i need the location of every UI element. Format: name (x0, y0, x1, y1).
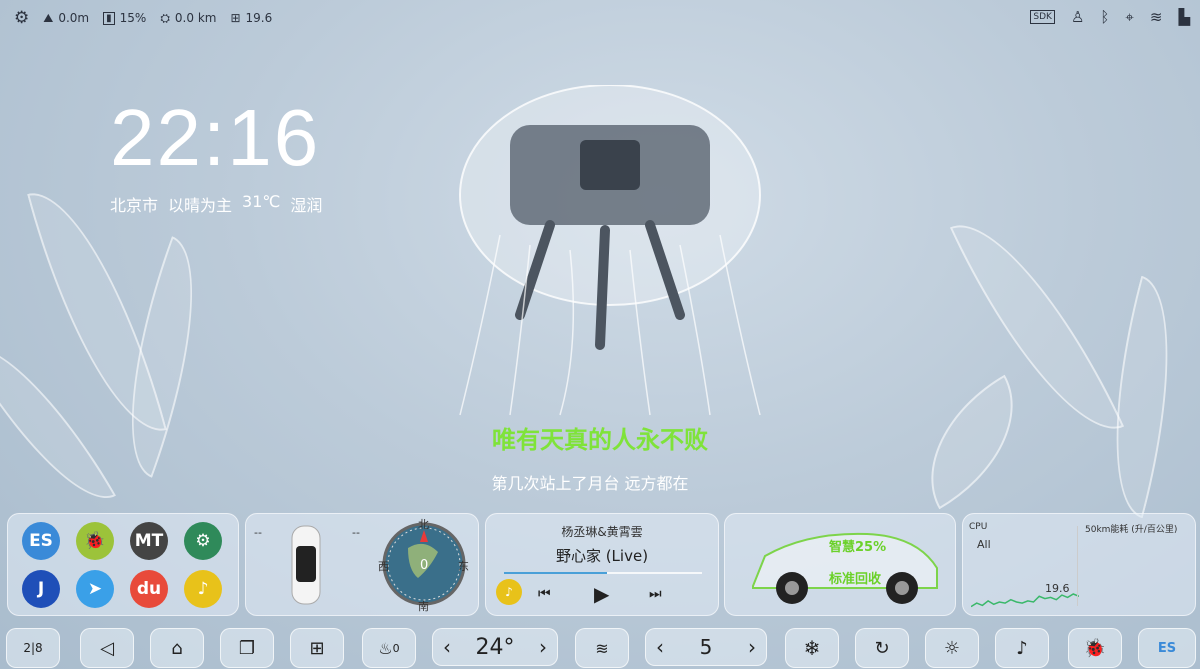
compass-heading: 0 (420, 558, 429, 573)
car-side-view-icon (752, 532, 938, 604)
left-dash: -- (254, 526, 262, 539)
temperature-down-button[interactable]: ‹ (443, 635, 451, 659)
climate-temp-button[interactable]: ☼ (925, 628, 979, 668)
app-drawer-button[interactable]: ⊞ (290, 628, 344, 668)
battery-icon: ▮ (103, 11, 115, 25)
compass-south-label: 南 (418, 600, 429, 613)
previous-track-button[interactable]: ⏮ (538, 586, 551, 602)
odometer-icon: ⛭ (160, 10, 170, 25)
home-button[interactable]: ⌂ (150, 628, 204, 668)
jellyfish-wallpaper (459, 85, 761, 416)
accessibility-icon: ♙ (1070, 8, 1085, 26)
status-bar: ⚙ ⛰ 0.0m ▮ 15% ⛭ 0.0 km ⊞ 19.6 SDK ♙ ᛒ ⌖ ≋ ▙ (0, 0, 1200, 36)
lyric-next: 第几次站上了月台 远方都在 (491, 474, 689, 493)
wifi-icon: ≋ (1149, 8, 1163, 26)
energy-mode-label: 智慧25% (829, 540, 887, 555)
bluetooth-icon: ᛒ (1100, 8, 1110, 26)
trip-indicator: ⛭ 0.0 km (160, 10, 217, 26)
seat-icon: ♨ (378, 638, 393, 658)
weather-temperature: 31℃ (242, 192, 281, 211)
mountain-icon: ⛰ (43, 10, 54, 25)
location-icon: ⌖ (1125, 8, 1134, 26)
fan-speed-value: 5 (699, 635, 713, 659)
cpu-sparkline (971, 593, 1079, 608)
es-app-icon[interactable]: ES (22, 522, 60, 560)
weather-city: 北京市 (110, 196, 159, 215)
settings-icon[interactable]: ⚙ (14, 8, 29, 28)
recent-apps-button[interactable]: ❐ (220, 628, 274, 668)
music-button[interactable]: ♪ (995, 628, 1049, 668)
mt-app-icon[interactable]: MT (130, 522, 168, 560)
energy-recovery-card[interactable]: 智慧25% 标准回收 (724, 513, 956, 616)
chip-icon: ⊞ (230, 11, 241, 25)
es-app-button[interactable]: ES (1138, 628, 1196, 668)
car-top-view-icon (291, 525, 321, 605)
display-mode-button[interactable]: 2|8 (6, 628, 60, 668)
sdk-icon: SDK (1030, 10, 1055, 24)
cpu-label: CPU (969, 522, 988, 532)
paint-icon: ▙ (1178, 8, 1190, 26)
lyric-current: 唯有天真的人永不败 (492, 426, 708, 454)
fan-speed-down-button[interactable]: ‹ (656, 635, 664, 659)
altitude-indicator: ⛰ 0.0m (43, 10, 90, 26)
right-dash: -- (352, 526, 360, 539)
fan-speed-up-button[interactable]: › (748, 635, 756, 659)
temperature-value: 24° (475, 634, 515, 660)
temperature-up-button[interactable]: › (539, 635, 547, 659)
nav-app-icon[interactable]: ➤ (76, 570, 114, 608)
ac-button[interactable]: ❄ (785, 628, 839, 668)
back-button[interactable]: ◁ (80, 628, 134, 668)
music-progress-bar[interactable] (504, 572, 702, 574)
next-track-button[interactable]: ⏭ (649, 586, 662, 602)
divider (1077, 526, 1078, 606)
fan-speed-control[interactable]: ‹ 5 › (645, 628, 767, 666)
compass-west-label: 西 (378, 560, 389, 573)
music-app-icon[interactable]: ♪ (496, 579, 522, 605)
temperature-control[interactable]: ‹ 24° › (432, 628, 558, 666)
bug-app-button[interactable]: 🐞 (1068, 628, 1122, 668)
settings-app-icon[interactable]: ⚙ (184, 522, 222, 560)
consumption-label: 50km能耗 (升/百公里) (1085, 525, 1178, 535)
music-title: 野心家 (Live) (555, 547, 649, 565)
clock-time: 22:16 (110, 93, 321, 182)
music-player-card[interactable]: 杨丞琳&黄霄雲 野心家 (Live) ♪ ⏮ ▶ ⏭ (485, 513, 719, 616)
app-grid-card: ES 🐞 MT ⚙ J ➤ du ♪ (7, 513, 239, 616)
air-circulation-button[interactable]: ↻ (855, 628, 909, 668)
weather-info: 北京市 以晴为主 31℃ 湿润 (110, 192, 322, 216)
cpu-scope: All (977, 538, 991, 551)
vehicle-compass-card[interactable]: -- -- 北 0 西 东 南 (245, 513, 479, 616)
weather-humidity: 湿润 (290, 196, 323, 215)
seat-level: 0 (392, 641, 400, 655)
du-app-icon[interactable]: du (130, 570, 168, 608)
play-button[interactable]: ▶ (594, 582, 609, 606)
system-monitor-card[interactable]: CPU All 50km能耗 (升/百公里) 19.6 (962, 513, 1196, 616)
music-app-icon[interactable]: ♪ (184, 570, 222, 608)
compass-north-label: 北 (418, 518, 429, 531)
music-artist: 杨丞琳&黄霄雲 (561, 525, 643, 539)
bug-app-icon[interactable]: 🐞 (76, 522, 114, 560)
compass-east-label: 东 (458, 560, 469, 573)
seat-heating-button[interactable]: ♨ 0 (362, 628, 416, 668)
weather-condition: 以晴为主 (168, 196, 233, 215)
j-app-icon[interactable]: J (22, 570, 60, 608)
cpu-indicator: ⊞ 19.6 (230, 11, 273, 25)
battery-indicator: ▮ 15% (103, 11, 146, 25)
rear-defrost-button[interactable]: ≋ (575, 628, 629, 668)
cpu-sparkline-line (971, 593, 1079, 608)
regen-mode-label: 标准回收 (829, 572, 882, 587)
